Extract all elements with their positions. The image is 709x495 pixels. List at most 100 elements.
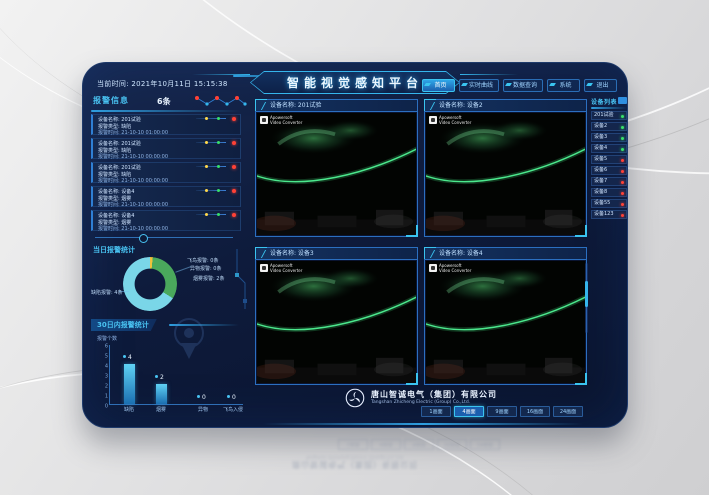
section-underline xyxy=(91,110,241,112)
alarm-list-scrollbar[interactable] xyxy=(95,237,233,238)
nav-home-button[interactable]: 首页 xyxy=(422,79,455,92)
bar-value-label: 4 xyxy=(123,354,132,361)
device-status-dot xyxy=(621,214,624,217)
section-underline xyxy=(591,107,627,109)
device-name: 设备6 xyxy=(594,167,607,173)
layout-24-button[interactable]: 24画面 xyxy=(553,406,583,417)
video-feed-2: ApowersoftVideo Converter xyxy=(426,113,585,235)
watermark-logo-icon xyxy=(429,264,437,272)
device-list-item[interactable]: 设备55 xyxy=(591,199,627,208)
alarm-indicator xyxy=(196,166,226,167)
device-list-more-button[interactable] xyxy=(618,97,627,104)
device-name: 设备5 xyxy=(594,156,607,162)
alarm-red-dot xyxy=(232,117,236,121)
alarm-list: 设备名称: 201试验 报警类型: 缺陷 报警时间: 21-10-10 01:0… xyxy=(91,114,241,234)
video-watermark: ApowersoftVideo Converter xyxy=(429,264,471,273)
alarm-time: 报警时间: 21-10-10 00:00:00 xyxy=(98,178,236,185)
device-status-dot xyxy=(621,115,624,118)
y-axis-tick: 1 xyxy=(105,394,108,400)
layout-16-button[interactable]: 16画面 xyxy=(520,406,550,417)
alarm-card[interactable]: 设备名称: 设备4 报警类型: 烟雾 报警时间: 21-10-10 00:00:… xyxy=(91,186,241,207)
watermark-logo-icon xyxy=(260,264,268,272)
device-list-item[interactable]: 设备7 xyxy=(591,177,627,186)
video-panel-2[interactable]: 设备名称: 设备2 ApowersoftVideo Converter xyxy=(424,99,587,237)
video-panel-1[interactable]: 设备名称: 201试验 ApowersoftVideo Converter xyxy=(255,99,418,237)
pie-leader-line xyxy=(119,291,129,292)
alarm-time: 报警时间: 21-10-10 00:00:00 xyxy=(98,226,236,233)
y-axis-tick: 2 xyxy=(105,384,108,390)
device-list-item[interactable]: 设备5 xyxy=(591,155,627,164)
y-axis-tick: 4 xyxy=(105,364,108,370)
video-feed-1: ApowersoftVideo Converter xyxy=(257,113,416,235)
video-panel-4[interactable]: 设备名称: 设备4 ApowersoftVideo Converter xyxy=(424,247,587,385)
nav-realtime-button[interactable]: 实时曲线 xyxy=(459,79,499,92)
grid-scrollbar-thumb[interactable] xyxy=(585,281,588,307)
alarm-red-dot xyxy=(232,213,236,217)
pie-label-foreign: 异物报警: 0条 xyxy=(190,265,221,272)
video-title-4: 设备名称: 设备4 xyxy=(425,248,586,260)
device-status-dot xyxy=(621,126,624,129)
left-sidebar: 报警信息 6条 设备名称: 201试验 报警类型: 缺陷 报警时间: 21-10… xyxy=(91,95,251,423)
alarm-card[interactable]: 设备名称: 201试验 报警类型: 缺陷 报警时间: 21-10-10 00:0… xyxy=(91,138,241,159)
video-feed-3: ApowersoftVideo Converter xyxy=(257,261,416,383)
today-stats-section: 当日报警统计 缺陷报警: 4条 飞鸟报警: 0条 异物报警: 0条 烟雾报警: … xyxy=(91,245,251,317)
monthly-stats-title: 30日内报警统计 xyxy=(91,319,157,331)
alarm-time: 报警时间: 21-10-10 01:00:00 xyxy=(98,130,236,137)
bar-category-label: 异物 xyxy=(198,406,208,413)
video-title-3: 设备名称: 设备3 xyxy=(256,248,417,260)
alarm-red-dot xyxy=(232,141,236,145)
device-list-item[interactable]: 设备2 xyxy=(591,122,627,131)
device-name: 设备3 xyxy=(594,134,607,140)
alarm-card[interactable]: 设备名称: 设备4 报警类型: 烟雾 报警时间: 21-10-10 00:00:… xyxy=(91,210,241,231)
y-axis-tick: 0 xyxy=(105,404,108,410)
video-grid: 设备名称: 201试验 ApowersoftVideo Converter xyxy=(255,99,587,387)
nav-system-button[interactable]: 系统 xyxy=(547,79,580,92)
y-axis-tick: 6 xyxy=(105,344,108,350)
company-logo-icon xyxy=(345,388,365,408)
alarm-indicator xyxy=(196,190,226,191)
current-time: 当前时间: 2021年10月11日 15:15:38 xyxy=(97,79,228,89)
device-status-dot xyxy=(621,137,624,140)
nav-data-query-button[interactable]: 数据查询 xyxy=(503,79,543,92)
video-title-1: 设备名称: 201试验 xyxy=(256,100,417,112)
device-list-item[interactable]: 设备4 xyxy=(591,144,627,153)
video-feed-4: ApowersoftVideo Converter xyxy=(426,261,585,383)
layout-1-button[interactable]: 1画面 xyxy=(421,406,451,417)
device-name: 设备123 xyxy=(594,211,614,217)
device-name: 设备8 xyxy=(594,189,607,195)
alarm-card[interactable]: 设备名称: 201试验 报警类型: 缺陷 报警时间: 21-10-10 01:0… xyxy=(91,114,241,135)
device-list-item[interactable]: 201试验 xyxy=(591,111,627,120)
pie-leader-line xyxy=(175,266,190,272)
bar-value-label: 0 xyxy=(197,394,206,401)
watermark-logo-icon xyxy=(260,116,268,124)
video-panel-3[interactable]: 设备名称: 设备3 ApowersoftVideo Converter xyxy=(255,247,418,385)
device-list-title: 设备列表 xyxy=(591,97,617,106)
bar-value-label: 2 xyxy=(155,374,164,381)
device-list-item[interactable]: 设备3 xyxy=(591,133,627,142)
device-list-panel: 设备列表 201试验 设备2 设备3 设备4 设备5 设备6 设备7 设备8 设… xyxy=(591,97,627,421)
device-list-item[interactable]: 设备123 xyxy=(591,210,627,219)
circuit-deco xyxy=(233,249,251,313)
grid-scrollbar-track xyxy=(585,263,588,333)
device-list-item[interactable]: 设备6 xyxy=(591,166,627,175)
layout-4-button[interactable]: 4画面 xyxy=(454,406,484,417)
alarm-panel-title: 报警信息 xyxy=(93,95,129,106)
alarm-card[interactable]: 设备名称: 201试验 报警类型: 缺陷 报警时间: 21-10-10 00:0… xyxy=(91,162,241,183)
nav-exit-button[interactable]: 退出 xyxy=(584,79,617,92)
alarm-indicator xyxy=(196,142,226,143)
video-scene xyxy=(257,261,416,383)
y-axis-tick: 5 xyxy=(105,354,108,360)
device-status-dot xyxy=(621,203,624,206)
device-status-dot xyxy=(621,192,624,195)
device-status-dot xyxy=(621,170,624,173)
company-name-cn: 唐山智诚电气（集团）有限公司 xyxy=(371,390,497,400)
layout-9-button[interactable]: 9画面 xyxy=(487,406,517,417)
alarm-time: 报警时间: 21-10-10 00:00:00 xyxy=(98,154,236,161)
device-list-item[interactable]: 设备8 xyxy=(591,188,627,197)
top-nav: 首页 实时曲线 数据查询 系统 退出 xyxy=(422,79,617,92)
video-scene xyxy=(426,113,585,235)
device-name: 设备7 xyxy=(594,178,607,184)
video-watermark: ApowersoftVideo Converter xyxy=(429,116,471,125)
device-name: 201试验 xyxy=(594,112,614,118)
video-scene xyxy=(426,261,585,383)
